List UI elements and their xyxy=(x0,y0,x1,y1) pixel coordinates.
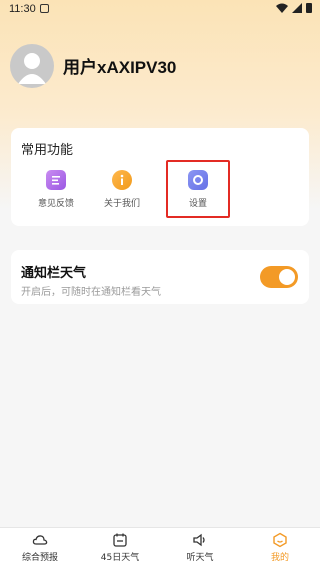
notification-weather-title: 通知栏天气 xyxy=(21,266,87,281)
cloud-icon xyxy=(32,535,48,545)
settings-highlight-box xyxy=(166,160,230,218)
tab-listen-label: 听天气 xyxy=(186,553,214,563)
tab-mine[interactable]: 我的 xyxy=(240,528,320,569)
status-right xyxy=(276,3,312,13)
feedback-label: 意见反馈 xyxy=(37,199,74,209)
avatar[interactable] xyxy=(10,44,54,88)
calendar-icon xyxy=(113,533,127,547)
notification-weather-toggle[interactable] xyxy=(260,266,298,288)
feedback-item[interactable]: 意见反馈 xyxy=(26,170,86,209)
tab-forecast-label: 综合预报 xyxy=(21,553,58,563)
hexagon-profile-icon xyxy=(273,532,287,548)
app-notification-icon xyxy=(40,4,49,13)
feedback-icon xyxy=(46,170,66,190)
toggle-knob xyxy=(279,269,295,285)
about-label: 关于我们 xyxy=(103,199,140,209)
tab-mine-label: 我的 xyxy=(270,553,289,563)
about-item[interactable]: 关于我们 xyxy=(92,170,152,209)
tab-forecast[interactable]: 综合预报 xyxy=(0,528,80,569)
info-icon xyxy=(112,170,132,190)
common-functions-card: 常用功能 意见反馈 关于我们 设置 xyxy=(11,128,309,226)
common-functions-title: 常用功能 xyxy=(21,143,74,158)
tab-listen[interactable]: 听天气 xyxy=(160,528,240,569)
notification-weather-card: 通知栏天气 开启后，可随时在通知栏看天气 xyxy=(11,250,309,304)
wifi-icon xyxy=(276,3,288,13)
tab-45day[interactable]: 45日天气 xyxy=(80,528,160,569)
username[interactable]: 用户xAXIPV30 xyxy=(63,53,176,78)
signal-icon xyxy=(292,3,302,13)
status-time: 11:30 xyxy=(9,3,36,15)
battery-icon xyxy=(306,3,312,13)
status-bar: 11:30 xyxy=(0,0,320,18)
tab-45day-label: 45日天气 xyxy=(100,553,140,563)
user-silhouette-icon xyxy=(18,53,46,84)
notification-weather-subtitle: 开启后，可随时在通知栏看天气 xyxy=(21,287,161,298)
speaker-icon xyxy=(193,533,205,547)
bottom-navigation: 综合预报 45日天气 听天气 我的 xyxy=(0,527,320,569)
